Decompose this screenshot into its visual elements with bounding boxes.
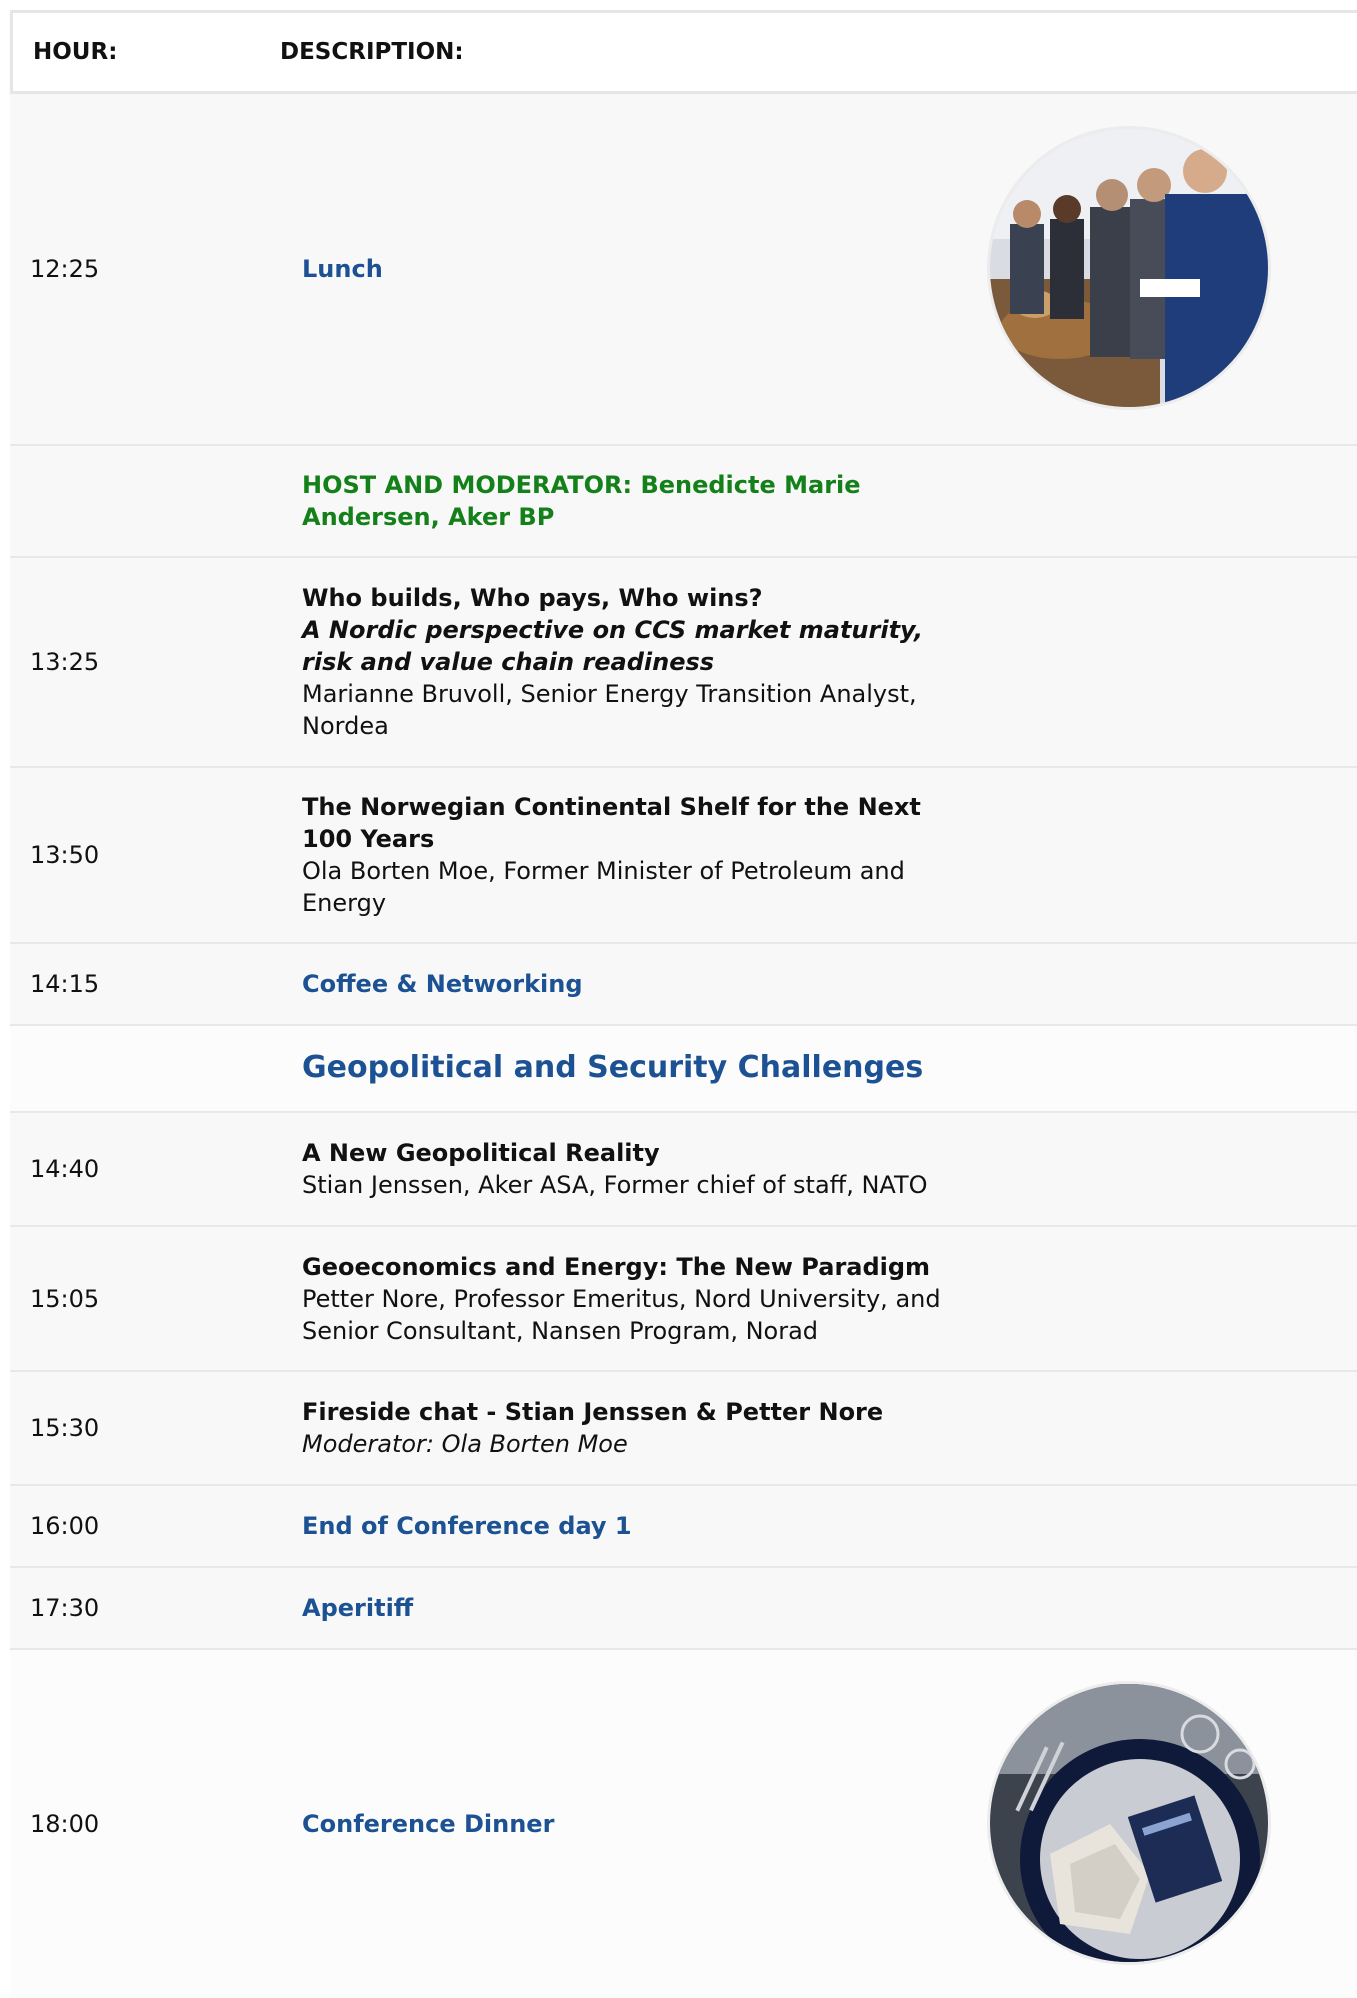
agenda-row-coffee: 14:15 Coffee & Networking	[10, 944, 1357, 1026]
session-speaker: Stian Jenssen, Aker ASA, Former chief of…	[302, 1171, 928, 1199]
dinner-photo-image	[990, 1684, 1268, 1962]
section-heading: Geopolitical and Security Challenges	[302, 1050, 924, 1085]
coffee-link[interactable]: Coffee & Networking	[302, 970, 583, 998]
session-title: The Norwegian Continental Shelf for the …	[302, 793, 921, 853]
session-moderator: Moderator: Ola Borten Moe	[302, 1430, 628, 1458]
agenda-row-section: Geopolitical and Security Challenges	[10, 1026, 1357, 1113]
lunch-buffet-photo	[987, 126, 1271, 410]
row-time: 12:25	[30, 255, 100, 283]
host-moderator-text: HOST AND MODERATOR: Benedicte Marie Ande…	[302, 471, 861, 531]
row-time: 16:00	[30, 1512, 100, 1540]
session-speaker: Marianne Bruvoll, Senior Energy Transiti…	[302, 680, 917, 740]
agenda-row-geoeconomics: 15:05 Geoeconomics and Energy: The New P…	[10, 1227, 1357, 1372]
agenda-row-geopolitical: 14:40 A New Geopolitical Reality Stian J…	[10, 1113, 1357, 1227]
agenda-row-dinner: 18:00 Conference Dinner	[10, 1650, 1357, 1998]
row-time: 13:50	[30, 841, 100, 869]
agenda-row-fireside: 15:30 Fireside chat - Stian Jenssen & Pe…	[10, 1372, 1357, 1486]
table-header: HOUR: DESCRIPTION:	[10, 10, 1357, 94]
end-of-day-link[interactable]: End of Conference day 1	[302, 1512, 632, 1540]
agenda-table: HOUR: DESCRIPTION: 12:25 Lunch HOST AND …	[10, 10, 1357, 1998]
row-time: 14:40	[30, 1155, 100, 1183]
lunch-link[interactable]: Lunch	[302, 255, 383, 283]
session-title: Geoeconomics and Energy: The New Paradig…	[302, 1252, 931, 1281]
agenda-row-nordic-ccs: 13:25 Who builds, Who pays, Who wins? A …	[10, 558, 1357, 768]
agenda-row-ncs: 13:50 The Norwegian Continental Shelf fo…	[10, 768, 1357, 944]
lunch-photo-image	[990, 129, 1268, 407]
row-time: 13:25	[30, 648, 100, 676]
session-title: A New Geopolitical Reality	[302, 1139, 660, 1167]
session-title: Fireside chat - Stian Jenssen & Petter N…	[302, 1398, 884, 1426]
session-speaker: Petter Nore, Professor Emeritus, Nord Un…	[302, 1284, 941, 1345]
aperitiff-link[interactable]: Aperitiff	[302, 1594, 413, 1622]
row-time: 17:30	[30, 1594, 100, 1622]
session-subtitle: A Nordic perspective on CCS market matur…	[302, 616, 923, 676]
dinner-table-photo	[987, 1681, 1271, 1965]
session-title: Who builds, Who pays, Who wins?	[302, 584, 763, 612]
agenda-row-aperitiff: 17:30 Aperitiff	[10, 1568, 1357, 1650]
dinner-link[interactable]: Conference Dinner	[302, 1810, 554, 1838]
row-time: 15:30	[30, 1414, 100, 1442]
agenda-row-host: HOST AND MODERATOR: Benedicte Marie Ande…	[10, 446, 1357, 558]
row-time: 18:00	[30, 1810, 100, 1838]
agenda-row-end-day: 16:00 End of Conference day 1	[10, 1486, 1357, 1568]
session-speaker: Ola Borten Moe, Former Minister of Petro…	[302, 857, 905, 917]
agenda-row-lunch: 12:25 Lunch	[10, 94, 1357, 446]
description-column-header: DESCRIPTION:	[280, 39, 464, 65]
hour-column-header: HOUR:	[33, 39, 118, 65]
row-time: 14:15	[30, 970, 100, 998]
row-time: 15:05	[30, 1284, 100, 1313]
